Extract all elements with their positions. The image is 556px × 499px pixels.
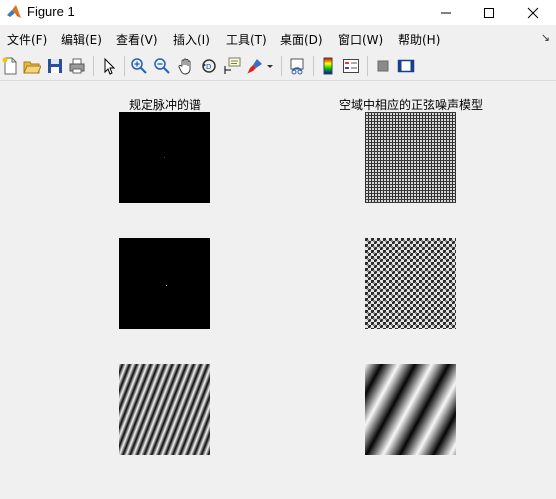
- menu-help[interactable]: 帮助(H): [398, 31, 440, 48]
- open-file-icon[interactable]: [22, 56, 42, 76]
- brush-icon[interactable]: [245, 56, 265, 76]
- matlab-logo-icon: [6, 4, 22, 20]
- toolbar-separator: [93, 56, 94, 76]
- rotate-3d-icon[interactable]: D: [199, 56, 219, 76]
- new-figure-icon[interactable]: [0, 56, 20, 76]
- menu-insert[interactable]: 插入(I): [173, 31, 210, 48]
- spectrum-image-2[interactable]: [119, 238, 210, 329]
- dock-arrow-icon[interactable]: ↘: [541, 31, 550, 44]
- noise-pattern-image-1[interactable]: [365, 112, 456, 203]
- menu-window[interactable]: 窗口(W): [338, 31, 383, 48]
- pan-hand-icon[interactable]: [176, 56, 196, 76]
- menu-desktop[interactable]: 桌面(D): [280, 31, 323, 48]
- menu-bar: 文件(F) 编辑(E) 查看(V) 插入(I) 工具(T) 桌面(D) 窗口(W…: [0, 27, 556, 49]
- print-icon[interactable]: [67, 56, 87, 76]
- menu-edit[interactable]: 编辑(E): [61, 31, 102, 48]
- maximize-icon: [484, 7, 494, 18]
- toolbar-separator: [367, 56, 368, 76]
- link-plot-icon[interactable]: [287, 56, 307, 76]
- maximize-button[interactable]: [467, 0, 511, 25]
- menu-file[interactable]: 文件(F): [7, 31, 47, 48]
- minimize-icon: [441, 12, 451, 13]
- insert-legend-icon[interactable]: [341, 56, 361, 76]
- hide-plot-tools-icon[interactable]: [373, 56, 393, 76]
- minimize-button[interactable]: [424, 0, 468, 25]
- toolbar-separator: [313, 56, 314, 76]
- brush-dropdown-icon[interactable]: [264, 56, 276, 76]
- zoom-out-icon[interactable]: [152, 56, 172, 76]
- window-title: Figure 1: [27, 4, 75, 19]
- insert-colorbar-icon[interactable]: [318, 56, 338, 76]
- left-column-title: 规定脉冲的谱: [128, 98, 202, 112]
- spectrum-image-3[interactable]: [119, 364, 210, 455]
- edit-plot-arrow-icon[interactable]: [99, 56, 119, 76]
- close-button[interactable]: [511, 0, 555, 25]
- right-column-title: 空域中相应的正弦噪声模型: [338, 98, 484, 112]
- toolbar-separator: [281, 56, 282, 76]
- menu-view[interactable]: 查看(V): [116, 31, 158, 48]
- svg-text:D: D: [206, 63, 211, 71]
- window-titlebar: Figure 1: [0, 0, 556, 25]
- zoom-in-icon[interactable]: [129, 56, 149, 76]
- toolbar-separator: [124, 56, 125, 76]
- close-icon: [527, 7, 539, 18]
- spectrum-image-1[interactable]: [119, 112, 210, 203]
- menu-tools[interactable]: 工具(T): [226, 31, 267, 48]
- noise-pattern-image-3[interactable]: [365, 364, 456, 455]
- data-cursor-icon[interactable]: [222, 56, 242, 76]
- save-icon[interactable]: [45, 56, 65, 76]
- noise-pattern-image-2[interactable]: [365, 238, 456, 329]
- show-plot-tools-icon[interactable]: [396, 56, 416, 76]
- figure-toolbar: D: [0, 52, 556, 81]
